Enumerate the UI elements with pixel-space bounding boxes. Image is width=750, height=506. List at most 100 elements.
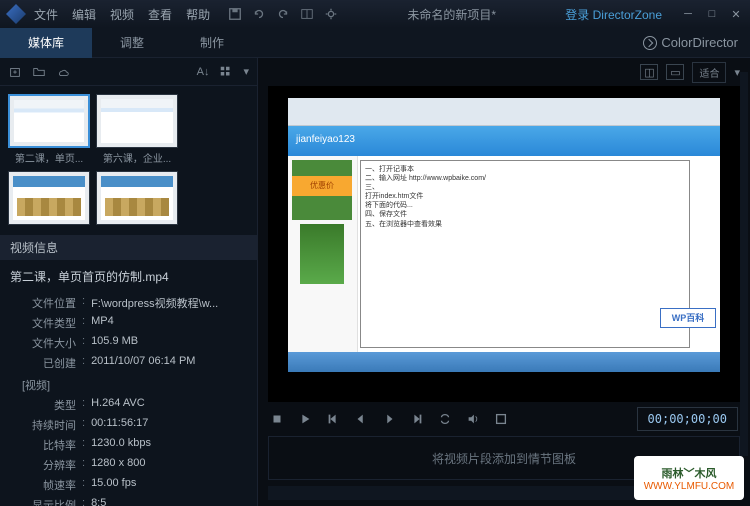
left-panel: A↓ ▾ 第二课，单页... 第六课，企业... 视频信息 第二课，单页首页: [0, 58, 258, 506]
play-icon[interactable]: [298, 412, 312, 426]
step-forward-icon[interactable]: [382, 412, 396, 426]
timecode-display[interactable]: 00;00;00;00: [637, 407, 738, 431]
menu-help[interactable]: 帮助: [186, 6, 210, 23]
fit-button[interactable]: 适合: [692, 62, 726, 83]
info-row: 比特率:1230.0 kbps: [10, 435, 247, 455]
layout-icon[interactable]: [300, 7, 314, 21]
import-folder-icon[interactable]: [32, 65, 46, 79]
info-key: 显示比例: [10, 497, 82, 506]
main-menu: 文件 编辑 视频 查看 帮助: [34, 6, 210, 23]
undo-icon[interactable]: [252, 7, 266, 21]
cloud-icon[interactable]: [56, 65, 70, 79]
preview-viewport[interactable]: jianfeiyao123 优惠价 一、打开记事本二、输入网址 http://w…: [268, 86, 740, 402]
right-panel: ◫ ▭ 适合 ▾ jianfeiyao123 优惠价 一、打开记事本二、输入网址…: [258, 58, 750, 506]
info-value: 1230.0 kbps: [91, 437, 151, 453]
preview-toolbar: ◫ ▭ 适合 ▾: [258, 58, 750, 86]
info-row: 文件类型:MP4: [10, 313, 247, 333]
left-scrollbar[interactable]: [740, 72, 748, 456]
info-key: 比特率: [10, 437, 82, 453]
playback-controls: 00;00;00;00: [258, 402, 750, 436]
info-key: 文件位置: [10, 295, 82, 311]
minimize-icon[interactable]: ─: [680, 8, 696, 21]
info-key: 文件类型: [10, 315, 82, 331]
info-row: 帧速率:15.00 fps: [10, 475, 247, 495]
thumbnail-grid: 第二课，单页... 第六课，企业...: [0, 86, 257, 235]
info-value: 1280 x 800: [91, 457, 145, 473]
thumb-label: [8, 225, 90, 227]
tab-produce[interactable]: 制作: [172, 28, 252, 58]
settings-icon[interactable]: [324, 7, 338, 21]
tab-adjust[interactable]: 调整: [92, 28, 172, 58]
stop-icon[interactable]: [270, 412, 284, 426]
menu-view[interactable]: 查看: [148, 6, 172, 23]
info-value: 2011/10/07 06:14 PM: [91, 355, 195, 371]
title-bar: 文件 编辑 视频 查看 帮助 未命名的新项目* 登录 DirectorZone …: [0, 0, 750, 28]
brand-label: ColorDirector: [643, 35, 738, 50]
clip-thumbnail[interactable]: [96, 171, 178, 227]
info-value: 105.9 MB: [91, 335, 138, 351]
watermark-line2: WWW.YLMFU.COM: [644, 481, 735, 492]
next-frame-icon[interactable]: [410, 412, 424, 426]
thumb-label: 第六课，企业...: [96, 148, 178, 165]
info-key: 持续时间: [10, 417, 82, 433]
redo-icon[interactable]: [276, 7, 290, 21]
login-link[interactable]: 登录 DirectorZone: [565, 6, 662, 23]
import-file-icon[interactable]: [8, 65, 22, 79]
info-key: 类型: [10, 397, 82, 413]
watermark-badge: 雨林﹀木风 WWW.YLMFU.COM: [634, 456, 744, 500]
maximize-icon[interactable]: □: [704, 8, 720, 21]
view-dropdown-icon[interactable]: ▾: [243, 65, 249, 78]
info-value: H.264 AVC: [91, 397, 145, 413]
library-toolbar: A↓ ▾: [0, 58, 257, 86]
step-back-icon[interactable]: [354, 412, 368, 426]
project-title: 未命名的新项目*: [346, 6, 557, 23]
info-row: 显示比例:8:5: [10, 495, 247, 506]
info-row: 分辨率:1280 x 800: [10, 455, 247, 475]
close-icon[interactable]: ✕: [728, 8, 744, 21]
menu-video[interactable]: 视频: [110, 6, 134, 23]
video-filename: 第二课，单页首页的仿制.mp4: [0, 260, 257, 293]
menu-edit[interactable]: 编辑: [72, 6, 96, 23]
video-info-body: 文件位置:F:\wordpress视频教程\w...文件类型:MP4文件大小:1…: [0, 293, 257, 506]
loop-icon[interactable]: [438, 412, 452, 426]
sort-button[interactable]: A↓: [197, 66, 210, 78]
info-key: 帧速率: [10, 477, 82, 493]
thumb-label: 第二课，单页...: [8, 148, 90, 165]
clip-thumbnail[interactable]: 第六课，企业...: [96, 94, 178, 165]
info-value: F:\wordpress视频教程\w...: [91, 295, 218, 311]
clip-thumbnail[interactable]: [8, 171, 90, 227]
preview-notepad: 一、打开记事本二、输入网址 http://www.wpbaike.com/三、打…: [360, 160, 690, 348]
toolbar-icons: [228, 7, 338, 21]
brand-text: ColorDirector: [661, 35, 738, 50]
info-value: 15.00 fps: [91, 477, 136, 493]
single-view-icon[interactable]: ▭: [666, 64, 684, 80]
preview-content: jianfeiyao123 优惠价 一、打开记事本二、输入网址 http://w…: [288, 98, 720, 372]
menu-file[interactable]: 文件: [34, 6, 58, 23]
clip-thumbnail[interactable]: 第二课，单页...: [8, 94, 90, 165]
prev-frame-icon[interactable]: [326, 412, 340, 426]
preview-promo: 优惠价: [292, 176, 352, 196]
preview-banner: jianfeiyao123: [288, 126, 720, 156]
volume-icon[interactable]: [466, 412, 480, 426]
info-row: 持续时间:00:11:56:17: [10, 415, 247, 435]
mode-tabs: 媒体库 调整 制作 ColorDirector: [0, 28, 750, 58]
video-section-label: [视频]: [10, 373, 247, 395]
info-key: 分辨率: [10, 457, 82, 473]
tab-library[interactable]: 媒体库: [0, 28, 92, 58]
main-area: A↓ ▾ 第二课，单页... 第六课，企业... 视频信息 第二课，单页首页: [0, 58, 750, 506]
info-value: 00:11:56:17: [91, 417, 148, 433]
info-key: 已创建: [10, 355, 82, 371]
video-info-header: 视频信息: [0, 235, 257, 260]
fullscreen-icon[interactable]: [494, 412, 508, 426]
info-value: 8:5: [91, 497, 106, 506]
thumb-label: [96, 225, 178, 227]
brand-icon: [643, 36, 657, 50]
app-logo-icon: [6, 4, 26, 24]
grid-view-icon[interactable]: [219, 65, 233, 79]
info-row: 文件大小:105.9 MB: [10, 333, 247, 353]
info-row: 已创建:2011/10/07 06:14 PM: [10, 353, 247, 373]
info-key: 文件大小: [10, 335, 82, 351]
save-icon[interactable]: [228, 7, 242, 21]
compare-view-icon[interactable]: ◫: [640, 64, 658, 80]
info-row: 文件位置:F:\wordpress视频教程\w...: [10, 293, 247, 313]
